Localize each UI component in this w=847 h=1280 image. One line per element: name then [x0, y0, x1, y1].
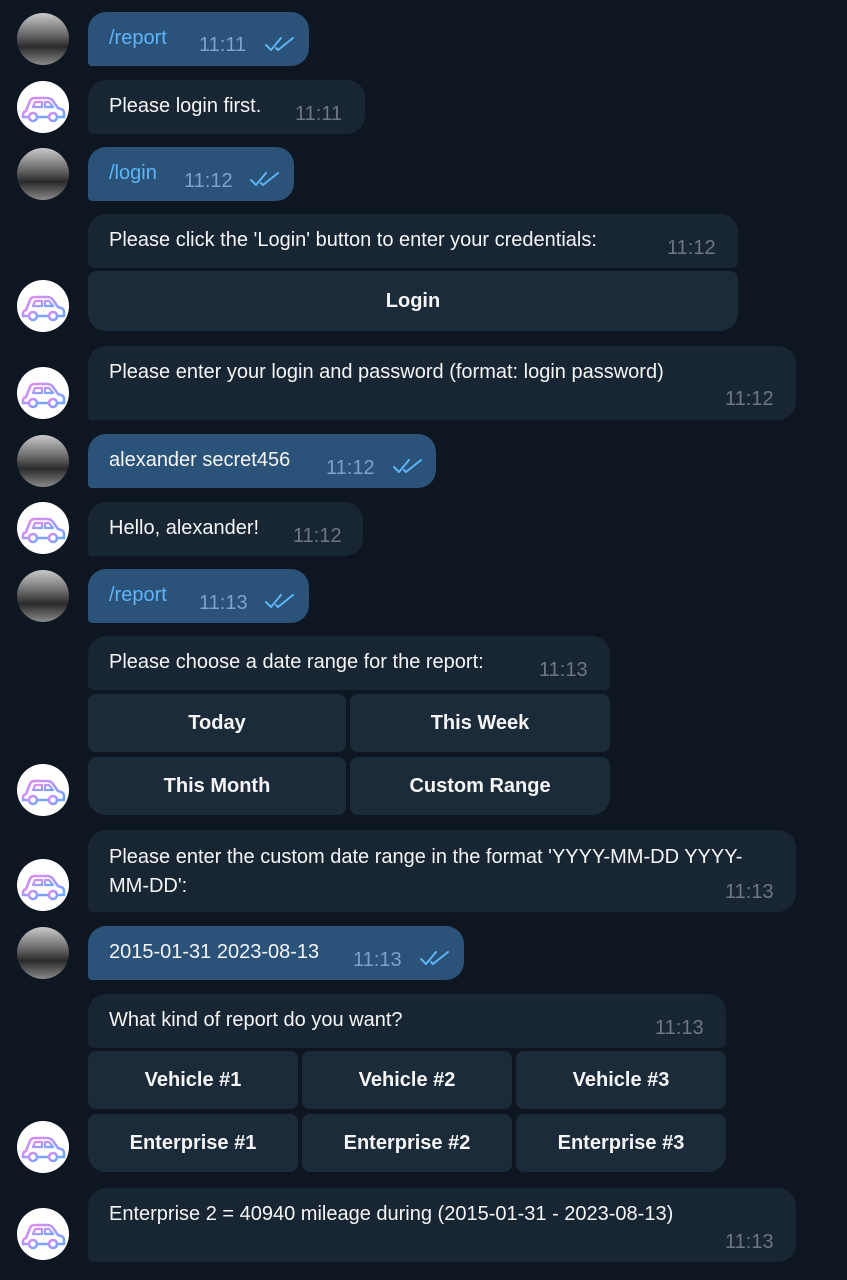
- enterprise-2-button[interactable]: Enterprise #2: [302, 1114, 512, 1172]
- message-text: What kind of report do you want?: [109, 1009, 403, 1031]
- message-time: 11:13: [353, 949, 402, 971]
- user-avatar[interactable]: [17, 148, 69, 200]
- message-text: Hello, alexander!: [109, 517, 260, 539]
- bot-avatar[interactable]: [17, 502, 69, 554]
- double-check-icon: [393, 458, 423, 474]
- message-text[interactable]: /report: [109, 583, 167, 607]
- message-time: 11:13: [539, 659, 588, 681]
- vehicle-3-button[interactable]: Vehicle #3: [516, 1051, 726, 1109]
- message-text: Please enter the custom date range in th…: [109, 846, 743, 897]
- bot-avatar[interactable]: [17, 280, 69, 332]
- car-icon: [17, 764, 69, 816]
- bot-avatar[interactable]: [17, 367, 69, 419]
- message-incoming: Please click the 'Login' button to enter…: [88, 214, 738, 268]
- message-time: 11:13: [725, 1231, 774, 1253]
- login-button[interactable]: Login: [88, 271, 738, 331]
- double-check-icon: [265, 36, 295, 52]
- today-button[interactable]: Today: [88, 694, 346, 752]
- message-time: 11:12: [184, 170, 233, 192]
- message-time: 11:13: [725, 881, 774, 903]
- user-avatar[interactable]: [17, 570, 69, 622]
- vehicle-2-button[interactable]: Vehicle #2: [302, 1051, 512, 1109]
- bot-avatar[interactable]: [17, 764, 69, 816]
- car-icon: [17, 1121, 69, 1173]
- car-icon: [17, 859, 69, 911]
- car-icon: [17, 1208, 69, 1260]
- custom-range-button[interactable]: Custom Range: [350, 757, 610, 815]
- message-time: 11:12: [667, 237, 716, 259]
- double-check-icon: [420, 950, 450, 966]
- this-week-button[interactable]: This Week: [350, 694, 610, 752]
- message-time: 11:11: [199, 34, 247, 56]
- car-icon: [17, 502, 69, 554]
- bot-avatar[interactable]: [17, 81, 69, 133]
- vehicle-1-button[interactable]: Vehicle #1: [88, 1051, 298, 1109]
- user-avatar[interactable]: [17, 435, 69, 487]
- message-incoming: Please choose a date range for the repor…: [88, 636, 610, 690]
- message-time: 11:12: [293, 525, 342, 547]
- message-text[interactable]: /report: [109, 26, 167, 50]
- message-text: alexander secret456: [109, 449, 291, 471]
- bot-avatar[interactable]: [17, 1121, 69, 1173]
- message-time: 11:12: [725, 388, 774, 410]
- message-incoming: Please enter the custom date range in th…: [88, 830, 796, 912]
- message-incoming: Please enter your login and password (fo…: [88, 346, 796, 420]
- message-text: 2015-01-31 2023-08-13: [109, 941, 320, 963]
- message-incoming: Hello, alexander! 11:12: [88, 502, 363, 556]
- car-icon: [17, 81, 69, 133]
- message-outgoing: alexander secret456 11:12: [88, 434, 436, 488]
- message-incoming: Enterprise 2 = 40940 mileage during (201…: [88, 1188, 796, 1262]
- message-text: Enterprise 2 = 40940 mileage during (201…: [109, 1203, 674, 1225]
- car-icon: [17, 280, 69, 332]
- message-time: 11:13: [655, 1017, 704, 1039]
- message-outgoing[interactable]: /report 11:13: [88, 569, 309, 623]
- message-text: Please click the 'Login' button to enter…: [109, 229, 597, 251]
- message-time: 11:12: [326, 457, 375, 479]
- bot-avatar[interactable]: [17, 859, 69, 911]
- bot-avatar[interactable]: [17, 1208, 69, 1260]
- user-avatar[interactable]: [17, 927, 69, 979]
- message-text: Please choose a date range for the repor…: [109, 651, 484, 673]
- double-check-icon: [265, 593, 295, 609]
- enterprise-1-button[interactable]: Enterprise #1: [88, 1114, 298, 1172]
- user-avatar[interactable]: [17, 13, 69, 65]
- car-icon: [17, 367, 69, 419]
- message-outgoing: 2015-01-31 2023-08-13 11:13: [88, 926, 464, 980]
- message-time: 11:11: [295, 103, 343, 125]
- message-incoming: What kind of report do you want? 11:13: [88, 994, 726, 1048]
- double-check-icon: [250, 171, 280, 187]
- message-time: 11:13: [199, 592, 248, 614]
- message-text: Please login first.: [109, 95, 262, 117]
- message-outgoing[interactable]: /report 11:11: [88, 12, 309, 66]
- message-outgoing[interactable]: /login 11:12: [88, 147, 294, 201]
- message-text[interactable]: /login: [109, 161, 157, 185]
- message-text: Please enter your login and password (fo…: [109, 361, 664, 383]
- enterprise-3-button[interactable]: Enterprise #3: [516, 1114, 726, 1172]
- message-incoming: Please login first. 11:11: [88, 80, 365, 134]
- this-month-button[interactable]: This Month: [88, 757, 346, 815]
